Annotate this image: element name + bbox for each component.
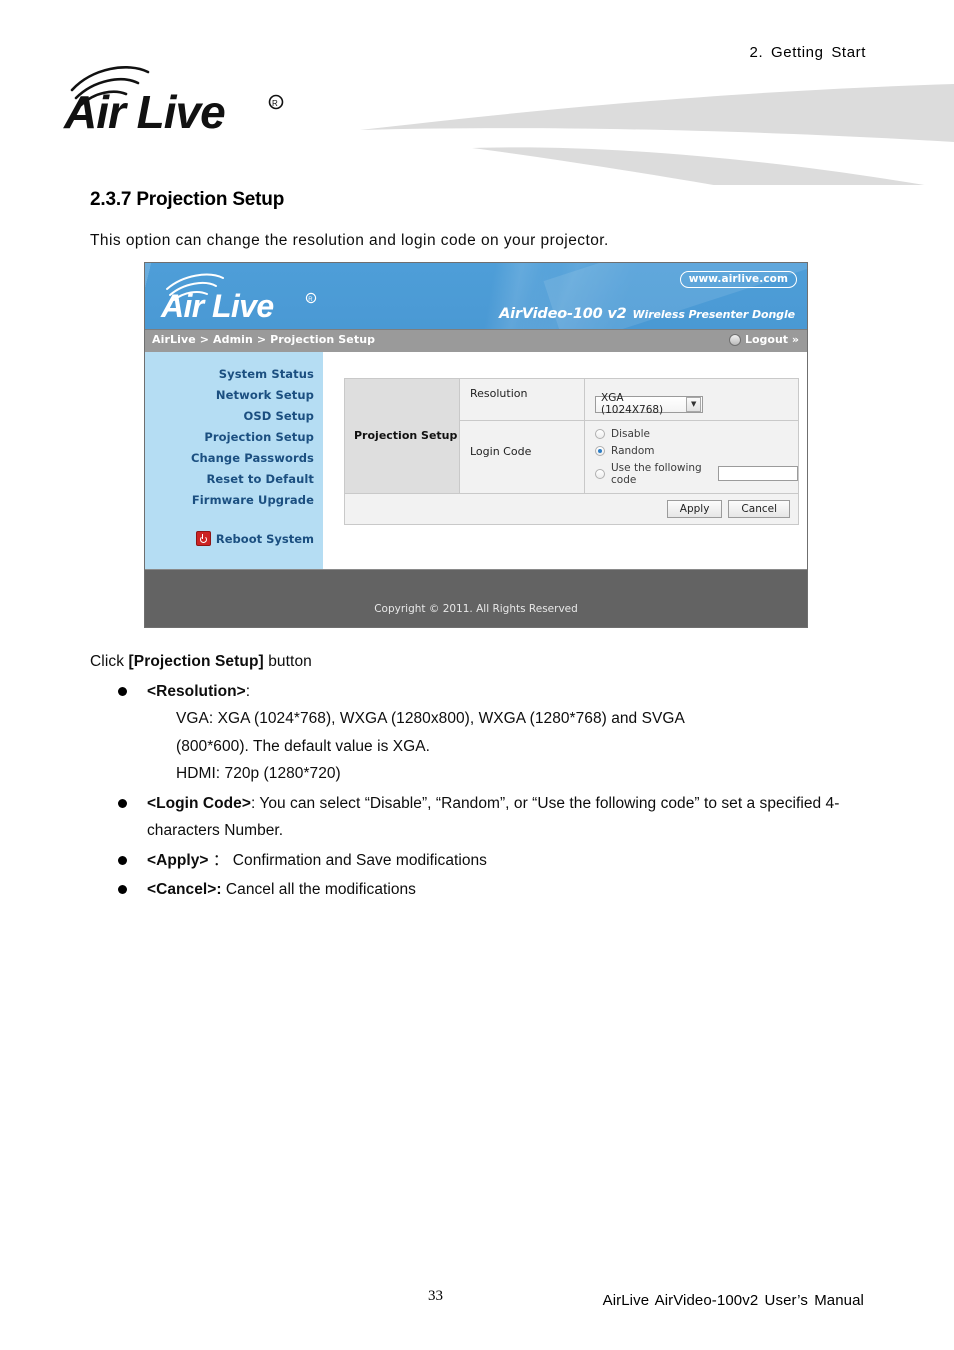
sidebar-item-change-passwords[interactable]: Change Passwords (145, 448, 314, 469)
chevron-down-icon[interactable]: ▼ (686, 396, 701, 412)
panel-rows: Resolution XGA (1024X768) ▼ Login Code D… (460, 379, 798, 493)
screenshot-body: System Status Network Setup OSD Setup Pr… (145, 352, 807, 569)
login-code-random-label: Random (611, 444, 655, 457)
airlive-logo: Air Live R (62, 60, 302, 138)
resolution-value-cell: XGA (1024X768) ▼ (585, 379, 798, 420)
cancel-description: Cancel all the modifications (221, 881, 416, 898)
sidebar-item-reboot-system[interactable]: Reboot System (145, 531, 314, 546)
term-apply: <Apply> (147, 851, 209, 869)
term-resolution-suffix: : (245, 682, 251, 700)
click-prefix: Click (90, 653, 129, 670)
click-instruction: Click [Projection Setup] button (90, 648, 880, 676)
sidebar-item-network-setup[interactable]: Network Setup (145, 385, 314, 406)
product-title: AirVideo-100 v2 Wireless Presenter Dongle (499, 303, 795, 322)
resolution-sub-line-1: VGA: XGA (1024*768), WXGA (1280x800), WX… (176, 710, 685, 727)
login-code-option-use-following-code[interactable]: Use the following code (595, 462, 798, 486)
bullet-cancel-text: <Cancel>: Cancel all the modifications (147, 876, 880, 904)
cancel-button[interactable]: Cancel (728, 499, 790, 518)
bullet-apply-text: <Apply> ： Confirmation and Save modifica… (147, 847, 880, 875)
logout-icon (728, 333, 741, 346)
running-head: 2. Getting Start (749, 44, 866, 61)
click-suffix: button (263, 653, 312, 670)
breadcrumb-bar: AirLive > Admin > Projection Setup Logou… (145, 329, 807, 352)
resolution-sub-line-3: HDMI: 720p (1280*720) (176, 765, 341, 782)
apply-button[interactable]: Apply (666, 499, 723, 518)
section-heading: 2.3.7 Projection Setup (90, 188, 285, 210)
login-code-label: Login Code (460, 420, 585, 493)
airlive-logo-svg: Air Live R (63, 66, 284, 138)
sidebar-item-projection-setup[interactable]: Projection Setup (145, 427, 314, 448)
product-tagline: Wireless Presenter Dongle (632, 308, 796, 321)
apply-description: Confirmation and Save modifications (228, 851, 487, 869)
breadcrumb: AirLive > Admin > Projection Setup (152, 333, 376, 346)
manual-footer: AirLive AirVideo-100v2 User’s Manual (602, 1292, 864, 1309)
intro-paragraph: This option can change the resolution an… (90, 231, 609, 249)
bullet-cancel: <Cancel>: Cancel all the modifications (90, 876, 880, 904)
reboot-system-label: Reboot System (215, 531, 314, 546)
bullet-icon (118, 855, 127, 865)
login-code-use-following-label: Use the following code (611, 461, 702, 486)
screenshot-sidebar: System Status Network Setup OSD Setup Pr… (145, 352, 323, 569)
radio-icon-use-following-code[interactable] (595, 468, 605, 479)
radio-icon-random[interactable] (595, 445, 605, 456)
screenshot-footer: Copyright © 2011. All Rights Reserved (145, 569, 807, 627)
airlive-url-badge[interactable]: www.airlive.com (679, 271, 797, 288)
svg-text:R: R (308, 297, 313, 303)
sidebar-item-reset-to-default[interactable]: Reset to Default (145, 469, 314, 490)
login-code-value-cell: Disable Random Use the following code (585, 421, 798, 493)
panel-main: Projection Setup Resolution XGA (1024X76… (345, 379, 798, 493)
panel-title-cell: Projection Setup (345, 379, 460, 493)
bullet-icon (118, 686, 127, 696)
login-code-input[interactable] (718, 466, 798, 481)
login-code-row: Login Code Disable Random Use the follow… (460, 420, 798, 493)
svg-text:Air Live: Air Live (160, 288, 274, 323)
term-resolution: <Resolution> (147, 682, 246, 700)
login-code-option-random[interactable]: Random (595, 445, 798, 457)
term-login-code: <Login Code> (147, 794, 251, 812)
sidebar-item-firmware-upgrade[interactable]: Firmware Upgrade (145, 490, 314, 511)
page-number: 33 (428, 1288, 443, 1304)
login-code-option-disable[interactable]: Disable (595, 428, 798, 440)
power-icon (195, 531, 211, 546)
screenshot-airlive-logo: Air Live R (159, 271, 334, 324)
swoosh-svg (360, 84, 954, 185)
body-copy: Click [Projection Setup] button <Resolut… (90, 648, 880, 904)
bullet-icon (118, 885, 127, 894)
bullet-resolution: <Resolution>: (90, 678, 880, 706)
bullet-login-code-text: <Login Code>: You can select “Disable”, … (147, 790, 880, 845)
header-swoosh-graphic (300, 70, 954, 185)
logout-label: Logout » (744, 333, 799, 346)
click-bold-target: [Projection Setup] (128, 653, 264, 670)
login-code-disable-label: Disable (611, 427, 650, 440)
radio-icon-disable[interactable] (595, 428, 605, 439)
embedded-screenshot-figure: Air Live R www.airlive.com AirVideo-100 … (144, 262, 808, 628)
sidebar-item-osd-setup[interactable]: OSD Setup (145, 406, 314, 427)
screenshot-banner: Air Live R www.airlive.com AirVideo-100 … (145, 263, 807, 329)
screenshot-logo-svg: Air Live R (160, 273, 317, 324)
bullet-apply: <Apply> ： Confirmation and Save modifica… (90, 847, 880, 875)
bullet-resolution-text: <Resolution>: (147, 678, 880, 706)
svg-text:Air Live: Air Live (63, 86, 225, 135)
sidebar-item-system-status[interactable]: System Status (145, 364, 314, 385)
term-cancel: <Cancel>: (147, 881, 222, 898)
product-model: AirVideo-100 v2 (499, 306, 627, 322)
resolution-row: Resolution XGA (1024X768) ▼ (460, 379, 798, 421)
resolution-selected-value: XGA (1024X768) (601, 392, 664, 416)
term-apply-suffix: ： (208, 851, 229, 869)
resolution-sub-line-2: (800*600). The default value is XGA. (176, 737, 430, 755)
logout-button[interactable]: Logout » (728, 333, 799, 346)
bullet-icon (118, 798, 127, 808)
panel-actions: Apply Cancel (345, 492, 798, 524)
resolution-label: Resolution (460, 379, 585, 420)
projection-setup-panel: Projection Setup Resolution XGA (1024X76… (344, 378, 799, 525)
page-header: 2. Getting Start Air Live R (0, 0, 954, 185)
svg-text:R: R (272, 99, 278, 108)
copyright-text: Copyright © 2011. All Rights Reserved (374, 602, 578, 615)
resolution-select[interactable]: XGA (1024X768) ▼ (595, 392, 703, 416)
bullet-login-code: <Login Code>: You can select “Disable”, … (90, 790, 880, 845)
